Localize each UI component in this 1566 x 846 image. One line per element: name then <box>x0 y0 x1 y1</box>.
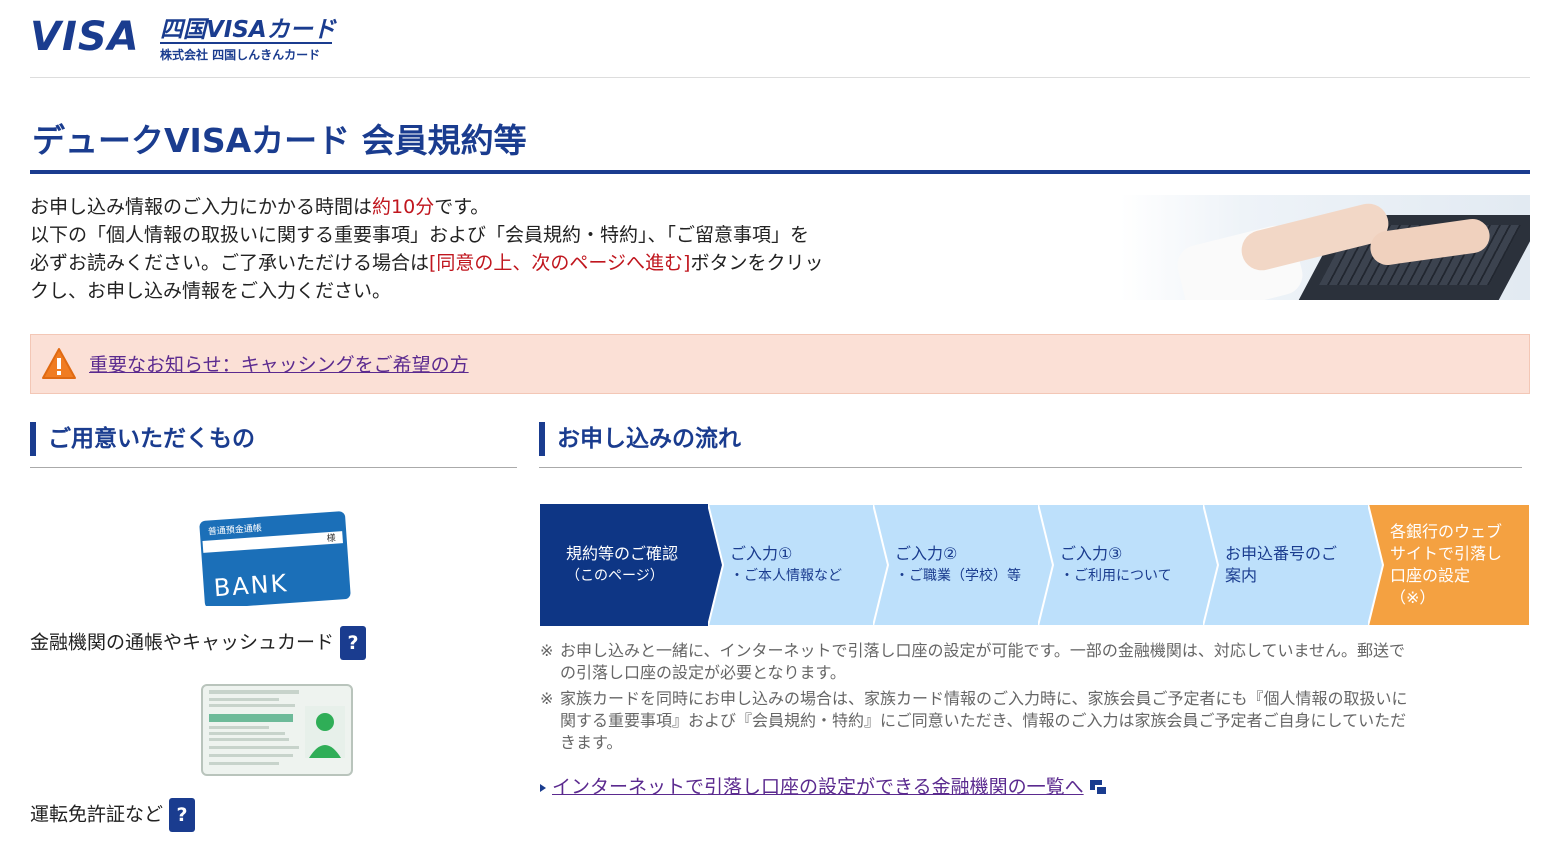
item-license-label: 運転免許証など <box>30 803 164 826</box>
item-bankbook: 金融機関の通帳やキャッシュカード? <box>30 626 367 660</box>
flow-step-5: お申込番号のご 案内 <box>1203 504 1389 626</box>
flow-step-6-line3: 口座の設定 <box>1390 566 1471 585</box>
flow-step-6-line4: （※） <box>1390 588 1436 607</box>
flow-step-2-title: ご入力① <box>730 544 793 563</box>
note-item: ※ 家族カードを同時にお申し込みの場合は、家族カード情報のご入力時に、家族会員ご… <box>540 688 1520 754</box>
flow-step-5-title: お申込番号のご <box>1225 544 1338 563</box>
flow-heading-text: お申し込みの流れ <box>557 426 741 452</box>
bank-list-link[interactable]: インターネットで引落し口座の設定ができる金融機関の一覧へ <box>552 776 1084 798</box>
brand-company: 株式会社 四国しんきんカード <box>160 48 321 62</box>
intro-line1: お申し込み情報のご入力にかかる時間は <box>30 196 373 218</box>
flow-notes: ※ お申し込みと一緒に、インターネットで引落し口座の設定が可能です。一部の金融機… <box>540 640 1520 758</box>
intro-line2: 以下の「個人情報の取扱いに関する重要事項」および「会員規約・特約」、「ご留意事項… <box>30 224 810 246</box>
external-window-icon[interactable] <box>1089 779 1108 796</box>
note1-line2: の引落し口座の設定が必要となります。 <box>560 663 846 682</box>
drivers-license-icon <box>201 684 353 776</box>
help-license-button[interactable]: ? <box>169 798 196 832</box>
flow-step-6: 各銀行のウェブ サイトで引落し 口座の設定 （※） <box>1368 504 1530 626</box>
note2-line2: 関する重要事項』および『会員規約・特約』にご同意いただき、情報のご入力は家族会員… <box>560 711 1407 730</box>
required-time: 約10分 <box>372 196 435 218</box>
application-flow: 規約等のご確認 （このページ） ご入力① ・ご本人情報など ご入力② ・ご職業（学校）… <box>540 504 1530 626</box>
site-header: VISA 四国VISAカード 株式会社 四国しんきんカード <box>30 8 1530 78</box>
help-bankbook-button[interactable]: ? <box>340 626 367 660</box>
flow-step-3-sub: ・ご職業（学校）等 <box>895 568 1021 584</box>
flow-step-3: ご入力② ・ご職業（学校）等 <box>873 504 1059 626</box>
flow-step-1: 規約等のご確認 （このページ） <box>540 504 726 626</box>
intro-line3-end: ボタンをクリッ <box>690 252 824 274</box>
flow-step-4-sub: ・ご利用について <box>1060 568 1172 584</box>
note1-line1: お申し込みと一緒に、インターネットで引落し口座の設定が可能です。一部の金融機関は… <box>560 641 1405 660</box>
warning-icon <box>42 348 76 379</box>
heading-bar <box>30 422 36 456</box>
brand-divider <box>160 42 332 44</box>
heading-bar <box>539 422 545 456</box>
cashing-notice-link[interactable]: 重要なお知らせ：キャッシングをご希望の方 <box>89 350 469 377</box>
flow-step-3-title: ご入力② <box>895 544 958 563</box>
page-title: デュークVISAカード 会員規約等 <box>30 114 1530 174</box>
flow-step-2-sub: ・ご本人情報など <box>730 568 842 584</box>
arrow-right-icon <box>540 783 546 792</box>
brand-name[interactable]: 四国VISAカード <box>160 10 336 44</box>
important-notice: 重要なお知らせ：キャッシングをご希望の方 <box>30 334 1530 394</box>
intro-line4: クし、お申し込み情報をご入力ください。 <box>30 280 392 302</box>
bank-card-icon: 普通預金通帳 様 BANK <box>199 511 351 606</box>
flow-step-2: ご入力① ・ご本人情報など <box>708 504 894 626</box>
note2-line1: 家族カードを同時にお申し込みの場合は、家族カード情報のご入力時に、家族会員ご予定… <box>560 689 1408 708</box>
svg-text:BANK: BANK <box>213 569 289 602</box>
intro-text: お申し込み情報のご入力にかかる時間は約10分です。 以下の「個人情報の取扱いに関… <box>30 193 930 305</box>
flow-step-1-title: 規約等のご確認 <box>566 544 679 563</box>
bank-list-link-row: インターネットで引落し口座の設定ができる金融機関の一覧へ <box>540 772 1108 799</box>
flow-step-4: ご入力③ ・ご利用について <box>1038 504 1224 626</box>
visa-logo[interactable]: VISA <box>30 14 140 60</box>
flow-step-1-sub: （このページ） <box>566 568 664 584</box>
svg-text:様: 様 <box>326 532 336 545</box>
note-item: ※ お申し込みと一緒に、インターネットで引落し口座の設定が可能です。一部の金融機… <box>540 640 1520 684</box>
note-mark: ※ <box>540 689 554 708</box>
flow-heading: お申し込みの流れ <box>539 422 1522 468</box>
prepare-heading-text: ご用意いただくもの <box>48 426 255 452</box>
flow-step-6-line1: 各銀行のウェブ <box>1390 522 1503 541</box>
flow-step-6-line2: サイトで引落し <box>1390 544 1503 563</box>
item-license: 運転免許証など? <box>30 798 196 832</box>
intro-line1-end: です。 <box>434 196 490 218</box>
prepare-heading: ご用意いただくもの <box>30 422 517 468</box>
flow-step-4-title: ご入力③ <box>1060 544 1123 563</box>
typing-photo <box>1120 195 1530 300</box>
note2-line3: きます。 <box>560 733 623 752</box>
intro-line3: 必ずお読みください。ご了承いただける場合は <box>30 252 430 274</box>
item-bankbook-label: 金融機関の通帳やキャッシュカード <box>30 631 335 654</box>
flow-step-5-sub: 案内 <box>1225 566 1258 585</box>
agree-button-reference: [同意の上、次のページへ進む] <box>429 252 691 274</box>
note-mark: ※ <box>540 641 554 660</box>
